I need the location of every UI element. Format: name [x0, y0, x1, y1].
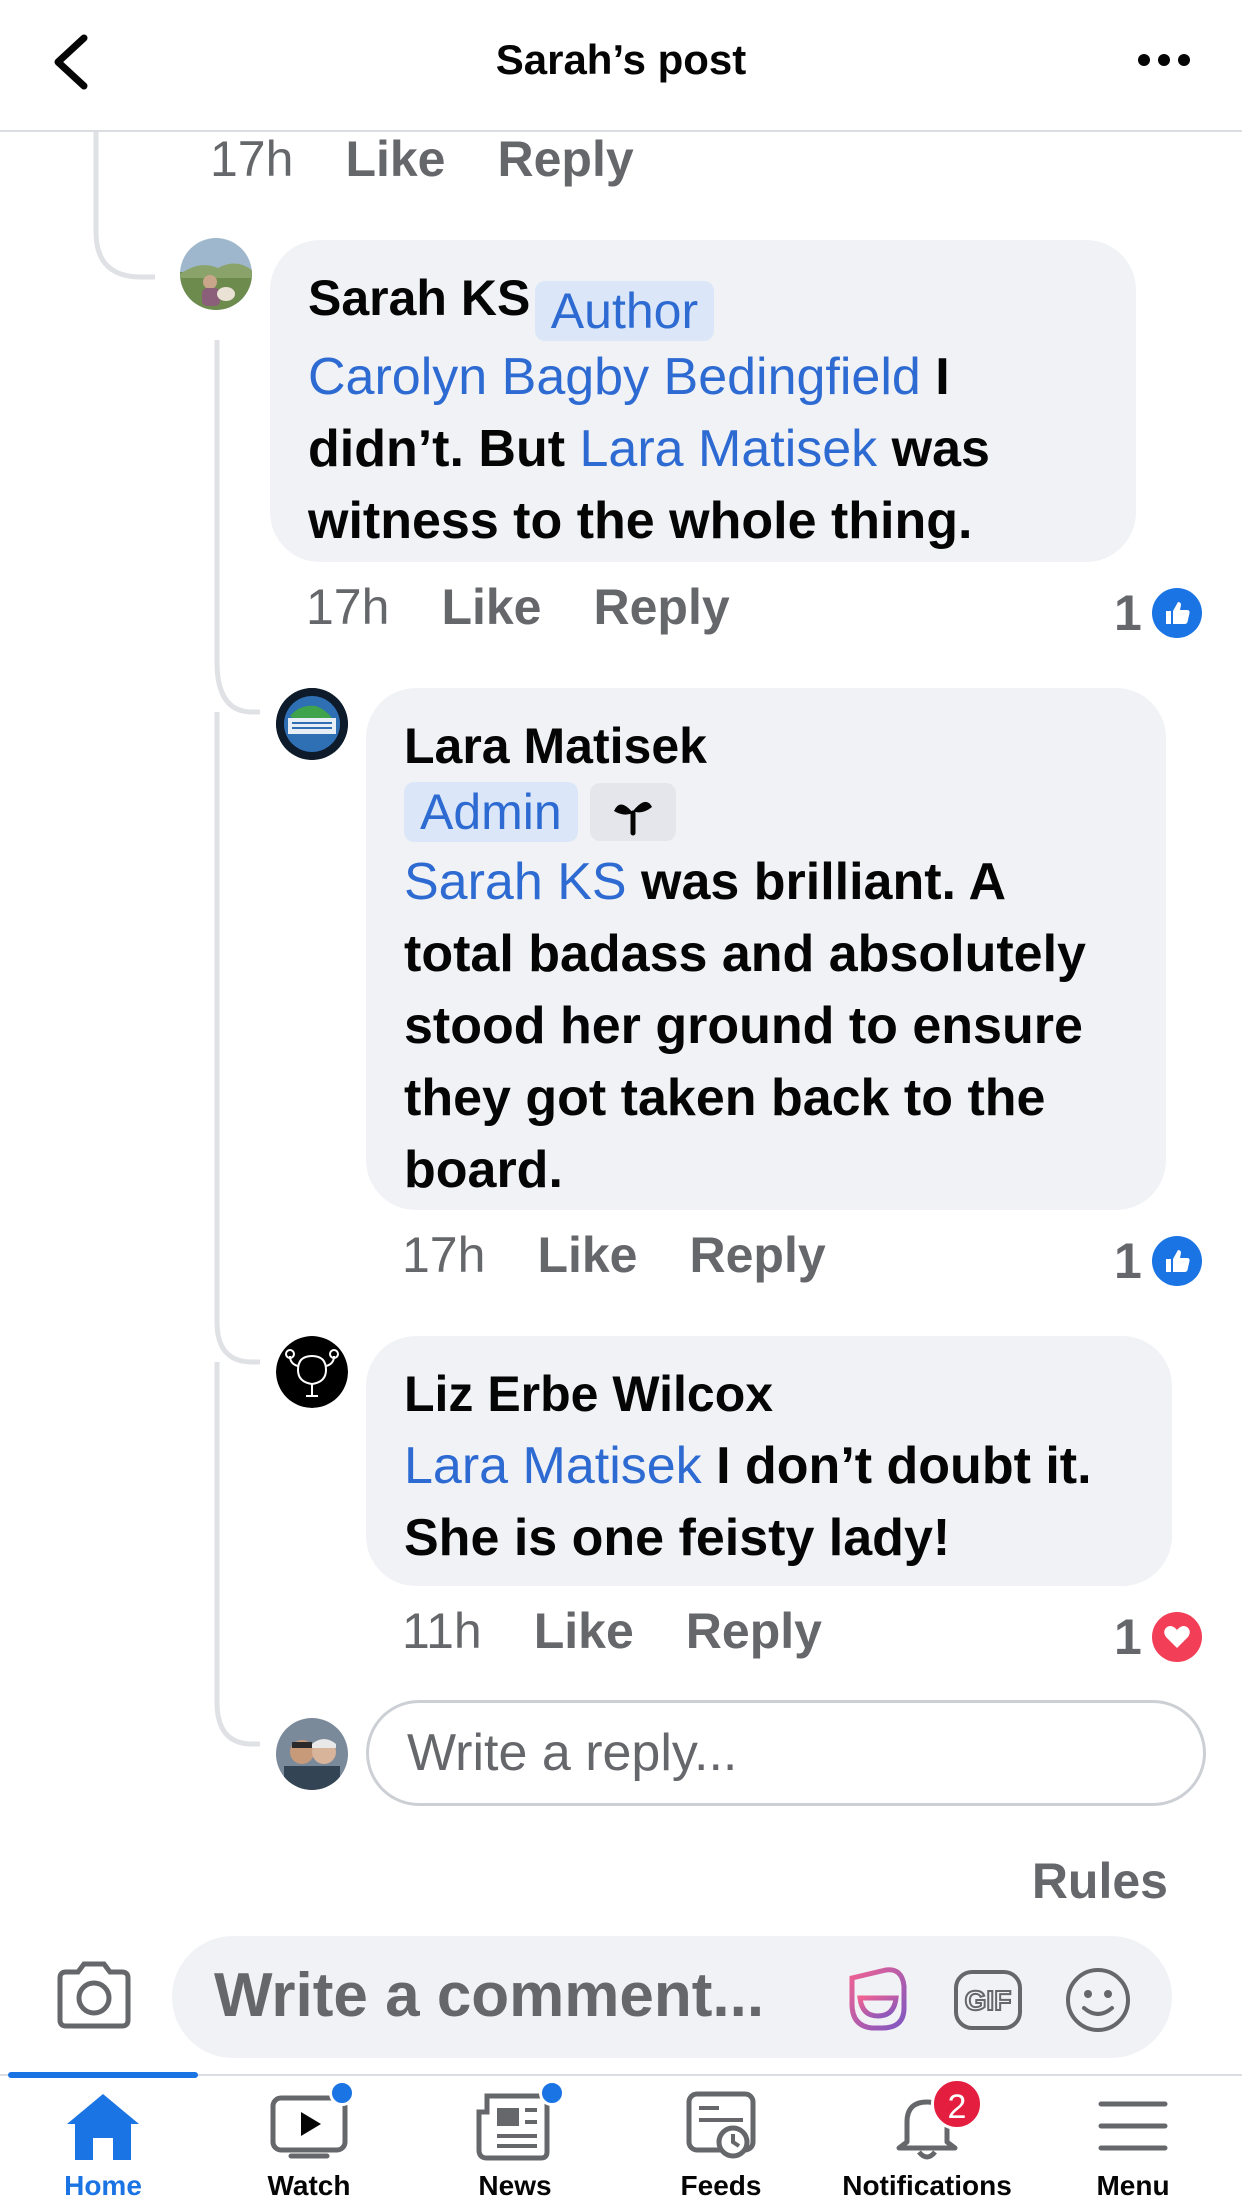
like-button[interactable]: Like [537, 1226, 637, 1284]
like-icon [1151, 588, 1202, 638]
like-button[interactable]: Like [534, 1602, 634, 1660]
reaction-count: 1 [1114, 585, 1142, 641]
current-user-avatar [276, 1718, 348, 1790]
tab-label: Feeds [680, 2170, 762, 2201]
comment-bubble[interactable]: Sarah KS Author Carolyn Bagby Bedingfiel… [270, 240, 1136, 562]
tab-label: Menu [1096, 2170, 1170, 2201]
sprout-icon [589, 783, 676, 841]
timestamp: 11h [402, 1603, 482, 1659]
love-icon [1151, 1612, 1202, 1662]
tab-home[interactable]: Home [0, 2090, 206, 2208]
reply-button[interactable]: Reply [686, 1602, 822, 1660]
mention-link[interactable]: Lara Matisek [404, 1437, 702, 1495]
like-button[interactable]: Like [441, 578, 541, 636]
comment-text: Sarah KS was brilliant. A total badass a… [404, 846, 1128, 1206]
tab-label: Notifications [842, 2170, 1012, 2201]
more-options-icon[interactable] [1134, 40, 1194, 80]
bell-icon: 2 [885, 2078, 983, 2162]
comment-placeholder: Write a comment... [214, 1961, 765, 2030]
reaction-summary[interactable]: 1 [1114, 1232, 1202, 1290]
reply-button[interactable]: Reply [594, 578, 730, 636]
timestamp: 17h [210, 131, 294, 187]
reply-button[interactable]: Reply [498, 130, 634, 188]
reaction-summary[interactable]: 1 [1114, 584, 1202, 642]
comment-header: Sarah KS Author [308, 262, 1098, 341]
svg-text:GIF: GIF [965, 1985, 1012, 2016]
avatar[interactable] [276, 688, 348, 760]
reaction-summary[interactable]: 1 [1114, 1608, 1202, 1666]
comment-author[interactable]: Lara Matisek [404, 710, 1128, 782]
tab-label: Home [64, 2170, 142, 2201]
like-icon [1151, 1236, 1202, 1286]
tab-label: Watch [267, 2170, 351, 2201]
new-content-dot [539, 2080, 565, 2106]
mention-link[interactable]: Carolyn Bagby Bedingfield [308, 348, 921, 406]
tab-feeds[interactable]: Feeds [618, 2090, 824, 2208]
home-icon [61, 2090, 145, 2162]
thread-lines [93, 132, 260, 1747]
avatar-sticker-icon[interactable] [842, 1964, 914, 2036]
reply-input[interactable]: Write a reply... [366, 1700, 1206, 1806]
menu-icon [1091, 2090, 1175, 2162]
comment-meta: 17h Like Reply [306, 578, 782, 636]
badge-row: Admin [404, 782, 1128, 846]
comment-meta: 11h Like Reply [402, 1602, 874, 1660]
emoji-icon[interactable] [1062, 1964, 1134, 2036]
camera-icon[interactable] [54, 1960, 134, 2030]
tab-watch[interactable]: Watch [206, 2080, 412, 2208]
previous-comment-meta: 17h Like Reply [210, 130, 686, 188]
tab-news[interactable]: News [412, 2080, 618, 2208]
comment-author[interactable]: Sarah KS [308, 270, 530, 326]
comment-meta: 17h Like Reply [402, 1226, 878, 1284]
mention-link[interactable]: Lara Matisek [579, 420, 877, 478]
timestamp: 17h [402, 1227, 486, 1283]
reaction-count: 1 [1114, 1233, 1142, 1289]
tab-menu[interactable]: Menu [1030, 2090, 1236, 2208]
comment-text: Carolyn Bagby Bedingfield I didn’t. But … [308, 341, 1098, 557]
comment-text: Lara Matisek I don’t doubt it. She is on… [404, 1430, 1134, 1574]
tab-notifications[interactable]: 2 Notifications [824, 2078, 1030, 2208]
avatar[interactable] [276, 1336, 348, 1408]
tab-label: News [478, 2170, 552, 2201]
comment-bubble[interactable]: Lara Matisek Admin Sarah KS was brillian… [366, 688, 1166, 1210]
gif-icon[interactable]: GIF [952, 1964, 1024, 2036]
rules-link[interactable]: Rules [1032, 1852, 1168, 1910]
admin-badge: Admin [404, 782, 578, 842]
timestamp: 17h [306, 579, 390, 635]
reaction-count: 1 [1114, 1609, 1142, 1665]
page-title: Sarah’s post [495, 36, 747, 83]
watch-icon [267, 2080, 355, 2162]
news-icon [473, 2080, 565, 2162]
notification-count-badge: 2 [931, 2078, 983, 2130]
like-button[interactable]: Like [345, 130, 445, 188]
top-bar: Sarah’s post [0, 0, 1242, 132]
author-badge: Author [534, 280, 715, 341]
mention-link[interactable]: Sarah KS [404, 853, 627, 911]
active-tab-indicator [8, 2072, 198, 2078]
comment-author[interactable]: Liz Erbe Wilcox [404, 1358, 1134, 1430]
comment-input[interactable]: Write a comment... GIF [172, 1936, 1172, 2058]
new-content-dot [329, 2080, 355, 2106]
comment-bubble[interactable]: Liz Erbe Wilcox Lara Matisek I don’t dou… [366, 1336, 1172, 1586]
feeds-icon [679, 2090, 763, 2162]
avatar[interactable] [180, 238, 252, 310]
reply-button[interactable]: Reply [690, 1226, 826, 1284]
